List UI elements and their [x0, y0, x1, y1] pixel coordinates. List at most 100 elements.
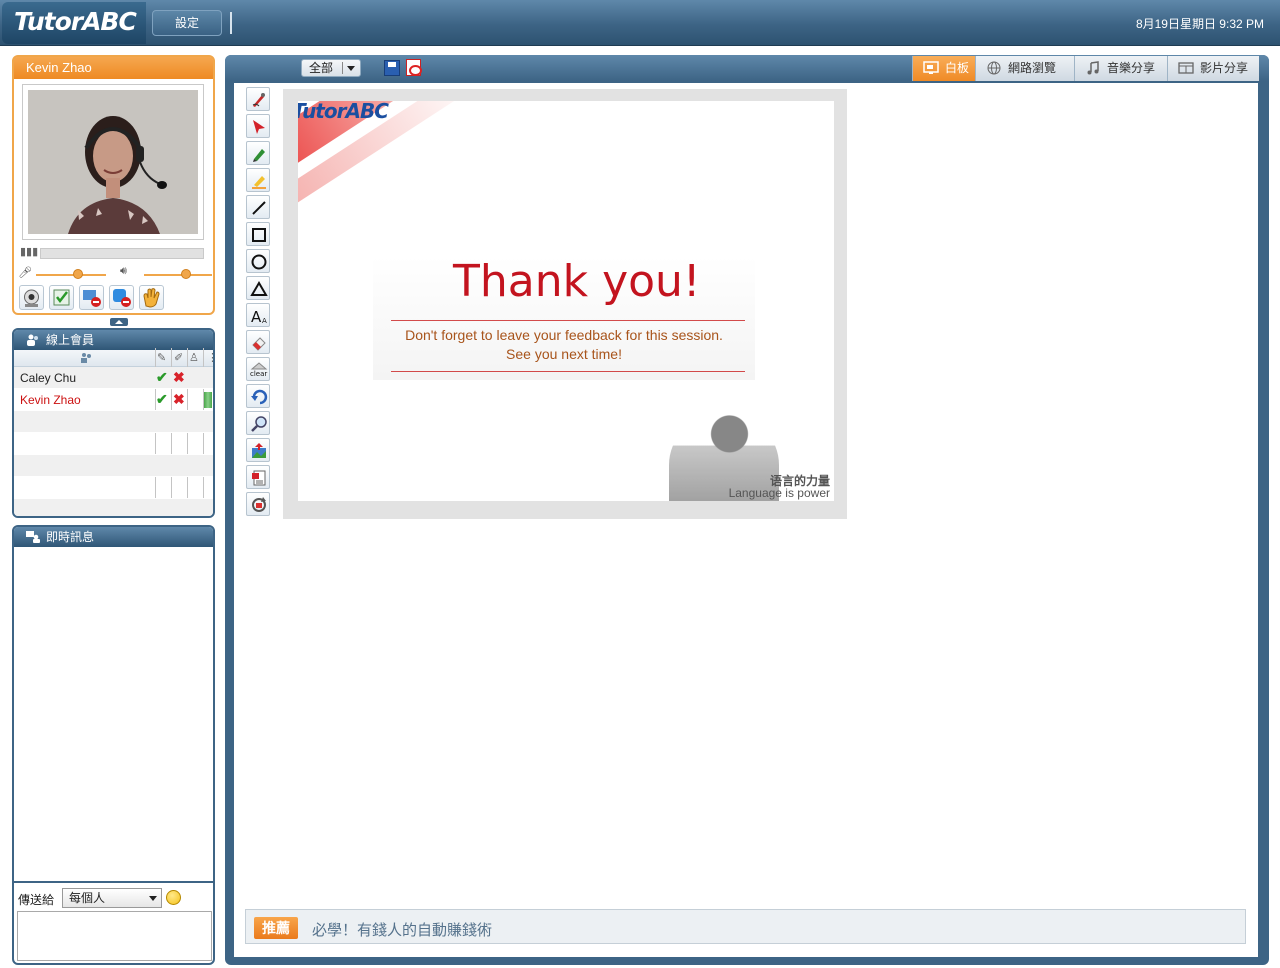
user-group-icon	[81, 353, 91, 363]
slogan-english: Language is power	[728, 486, 830, 500]
pointer-tool-icon[interactable]	[246, 114, 270, 138]
cross-icon[interactable]: ✖	[173, 391, 185, 408]
undo-tool-icon[interactable]	[246, 384, 270, 408]
tab-web-browse[interactable]: 網路瀏覽	[975, 56, 1074, 81]
send-to-select[interactable]: 每個人	[62, 888, 162, 908]
mic-slider-track	[36, 274, 106, 276]
divider-line	[391, 320, 745, 321]
datetime: 8月19日星期日 9:32 PM	[1135, 17, 1264, 31]
eraser-tool-icon[interactable]	[246, 330, 270, 354]
recommend-badge: 推薦	[254, 917, 298, 939]
member-name: Kevin Zhao	[20, 393, 81, 407]
speaker-icon: 🔊︎	[120, 265, 127, 277]
page-filter-dropdown[interactable]: 全部	[301, 59, 361, 77]
triangle-tool-icon[interactable]	[246, 276, 270, 300]
chat-panel-title: 即時訊息	[46, 530, 95, 544]
line-tool-icon[interactable]	[246, 195, 270, 219]
tab-music-share[interactable]: 音樂分享	[1074, 56, 1167, 81]
tab-label: 影片分享	[1200, 61, 1249, 75]
level-icon: ▮▮▮	[20, 246, 39, 258]
settings-button[interactable]: 設定	[152, 10, 222, 36]
logo-text: TutorABC	[14, 7, 137, 36]
logo: TutorABC	[2, 2, 146, 44]
slide: TutorABC Thank you! Don't forget to leav…	[298, 101, 834, 501]
emoticon-button[interactable]	[166, 890, 181, 905]
speaker-slider-track	[144, 274, 212, 276]
svg-text:clear: clear	[250, 370, 267, 378]
text-tool-icon[interactable]: AA	[246, 303, 270, 327]
members-column-header: ✎ ✐ ♙ ⋮	[14, 350, 213, 367]
member-row-empty	[14, 455, 213, 477]
slide-message-line2: See you next time!	[506, 346, 622, 362]
mic-volume-slider[interactable]: 🎤︎	[18, 267, 108, 280]
members-panel-title: 線上會員	[46, 333, 95, 347]
save-icon[interactable]	[384, 60, 400, 76]
slide-message-line1: Don't forget to leave your feedback for …	[405, 327, 723, 343]
members-panel-header: 線上會員	[14, 330, 213, 350]
document-tool-icon[interactable]	[246, 465, 270, 489]
chat-history[interactable]	[14, 547, 213, 883]
whiteboard-area[interactable]: AA clear TutorABC Thank you! Don't forge…	[234, 83, 1258, 957]
svg-text:A: A	[262, 317, 267, 325]
divider-line	[391, 371, 745, 372]
mic-slider-knob[interactable]	[73, 269, 83, 279]
pdf-icon[interactable]	[406, 59, 422, 76]
whiteboard-icon	[923, 61, 939, 74]
audio-level-meter	[40, 248, 204, 259]
raise-hand-button[interactable]	[139, 285, 164, 310]
member-row[interactable]: Kevin Zhao ✔ ✖	[14, 389, 213, 411]
pen-column-icon: ✐	[174, 352, 184, 364]
highlighter-tool-icon[interactable]	[246, 168, 270, 192]
brush-tool-icon[interactable]	[246, 87, 270, 111]
tab-label: 音樂分享	[1107, 61, 1156, 75]
more-column-icon: ⋮	[207, 351, 213, 364]
speaker-slider-knob[interactable]	[181, 269, 191, 279]
clear-tool-icon[interactable]: clear	[246, 357, 270, 381]
webcam-button[interactable]	[19, 285, 44, 310]
zoom-tool-icon[interactable]	[246, 411, 270, 435]
dropdown-separator	[342, 62, 343, 74]
hide-screen-button[interactable]	[79, 285, 104, 310]
member-name: Caley Chu	[20, 371, 77, 385]
slide-title: Thank you!	[453, 256, 701, 307]
confirm-button[interactable]	[49, 285, 74, 310]
top-bar: TutorABC 設定 8月19日星期日 9:32 PM	[0, 0, 1280, 46]
svg-text:A: A	[251, 308, 262, 325]
refresh-tool-icon[interactable]	[246, 492, 270, 516]
check-icon[interactable]: ✔	[156, 369, 168, 386]
slide-logo: TutorABC	[298, 101, 389, 123]
chat-input[interactable]	[17, 911, 212, 961]
instant-message-panel: 即時訊息 傳送給 每個人	[12, 525, 215, 965]
check-icon[interactable]: ✔	[156, 391, 168, 408]
member-row-empty	[14, 433, 213, 455]
main-panel: 全部 白板 網路瀏覽 音樂分享 影片分享 A A clear TutorABC …	[225, 55, 1269, 965]
block-button[interactable]	[109, 285, 134, 310]
tab-whiteboard[interactable]: 白板	[912, 56, 975, 81]
collapse-video-button[interactable]	[110, 318, 128, 326]
tab-label: 網路瀏覽	[1008, 61, 1057, 75]
tab-video-share[interactable]: 影片分享	[1167, 56, 1259, 81]
thank-you-box: Thank you! Don't forget to leave your fe…	[373, 256, 755, 380]
member-row-empty	[14, 499, 213, 516]
member-row[interactable]: Caley Chu ✔ ✖	[14, 367, 213, 389]
dropdown-arrow-icon	[347, 66, 355, 71]
main-toolbar: 全部 白板 網路瀏覽 音樂分享 影片分享	[225, 55, 1269, 81]
main-tabs: 白板 網路瀏覽 音樂分享 影片分享	[912, 56, 1259, 81]
video-user-name: Kevin Zhao	[14, 57, 213, 79]
recommend-link[interactable]: 必學！有錢人的自動賺錢術	[312, 919, 492, 940]
mic-column-icon: ✎	[157, 352, 167, 364]
send-to-label: 傳送給	[18, 893, 55, 907]
divider	[230, 12, 232, 34]
cross-icon[interactable]: ✖	[173, 369, 185, 386]
upload-image-tool-icon[interactable]	[246, 438, 270, 462]
chat-panel-header: 即時訊息	[14, 527, 213, 547]
tab-label: 白板	[945, 61, 970, 75]
video-icon	[1178, 62, 1194, 74]
rectangle-tool-icon[interactable]	[246, 222, 270, 246]
speaker-volume-slider[interactable]: 🔊︎	[120, 265, 212, 280]
recommendation-bar[interactable]: 推薦 必學！有錢人的自動賺錢術	[245, 909, 1246, 944]
chat-icon	[26, 531, 40, 543]
members-icon	[27, 334, 38, 346]
circle-tool-icon[interactable]	[246, 249, 270, 273]
pen-tool-icon[interactable]	[246, 141, 270, 165]
